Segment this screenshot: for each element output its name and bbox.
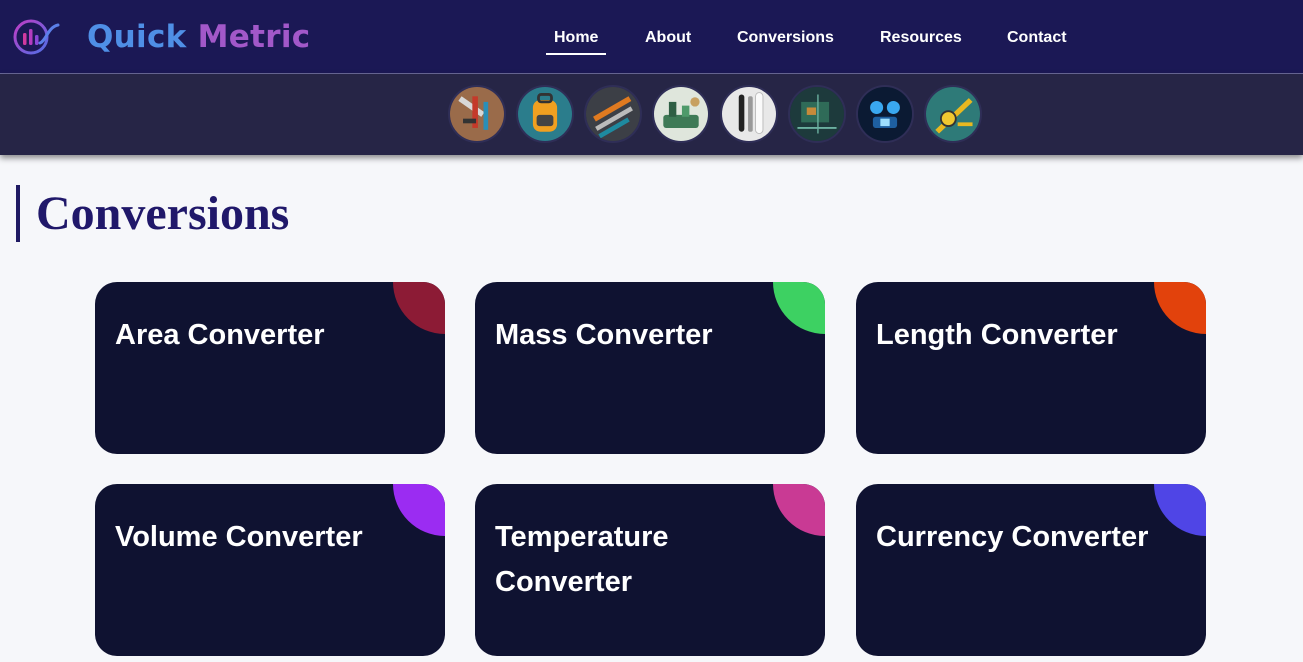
length-converter-card[interactable]: Length Converter — [856, 282, 1206, 454]
top-navbar: Quick Metric Home About Conversions Reso… — [0, 0, 1303, 74]
nav-resources[interactable]: Resources — [880, 28, 962, 48]
card-title: Volume Converter — [115, 521, 363, 553]
nav-contact[interactable]: Contact — [1007, 28, 1067, 48]
protractor-thumbnail[interactable] — [924, 85, 982, 143]
robot-thumbnail[interactable] — [856, 85, 914, 143]
circuit-board-thumbnail[interactable] — [788, 85, 846, 143]
category-image-strip — [0, 74, 1303, 155]
mass-converter-card[interactable]: Mass Converter — [475, 282, 825, 454]
tools-thumbnail[interactable] — [448, 85, 506, 143]
card-accent-corner — [773, 484, 825, 536]
area-converter-card[interactable]: Area Converter — [95, 282, 445, 454]
nav-conversions[interactable]: Conversions — [737, 28, 834, 48]
card-title: Area Converter — [115, 319, 325, 351]
page-title: Conversions — [36, 187, 290, 240]
backpack-thumbnail[interactable] — [516, 85, 574, 143]
card-title: Mass Converter — [495, 319, 713, 351]
thermometer-thumbnail[interactable] — [720, 85, 778, 143]
volume-converter-card[interactable]: Volume Converter — [95, 484, 445, 656]
scale-thumbnail[interactable] — [652, 85, 710, 143]
card-title: Length Converter — [876, 319, 1118, 351]
nav-about[interactable]: About — [645, 28, 691, 48]
nav-home[interactable]: Home — [545, 28, 607, 55]
card-title: Temperature Converter — [495, 521, 669, 598]
main-nav: Home About Conversions Resources Contact — [0, 0, 1303, 74]
page-title-block: Conversions — [16, 185, 289, 242]
card-title: Currency Converter — [876, 521, 1149, 553]
currency-converter-card[interactable]: Currency Converter — [856, 484, 1206, 656]
temperature-converter-card[interactable]: Temperature Converter — [475, 484, 825, 656]
instruments-thumbnail[interactable] — [584, 85, 642, 143]
